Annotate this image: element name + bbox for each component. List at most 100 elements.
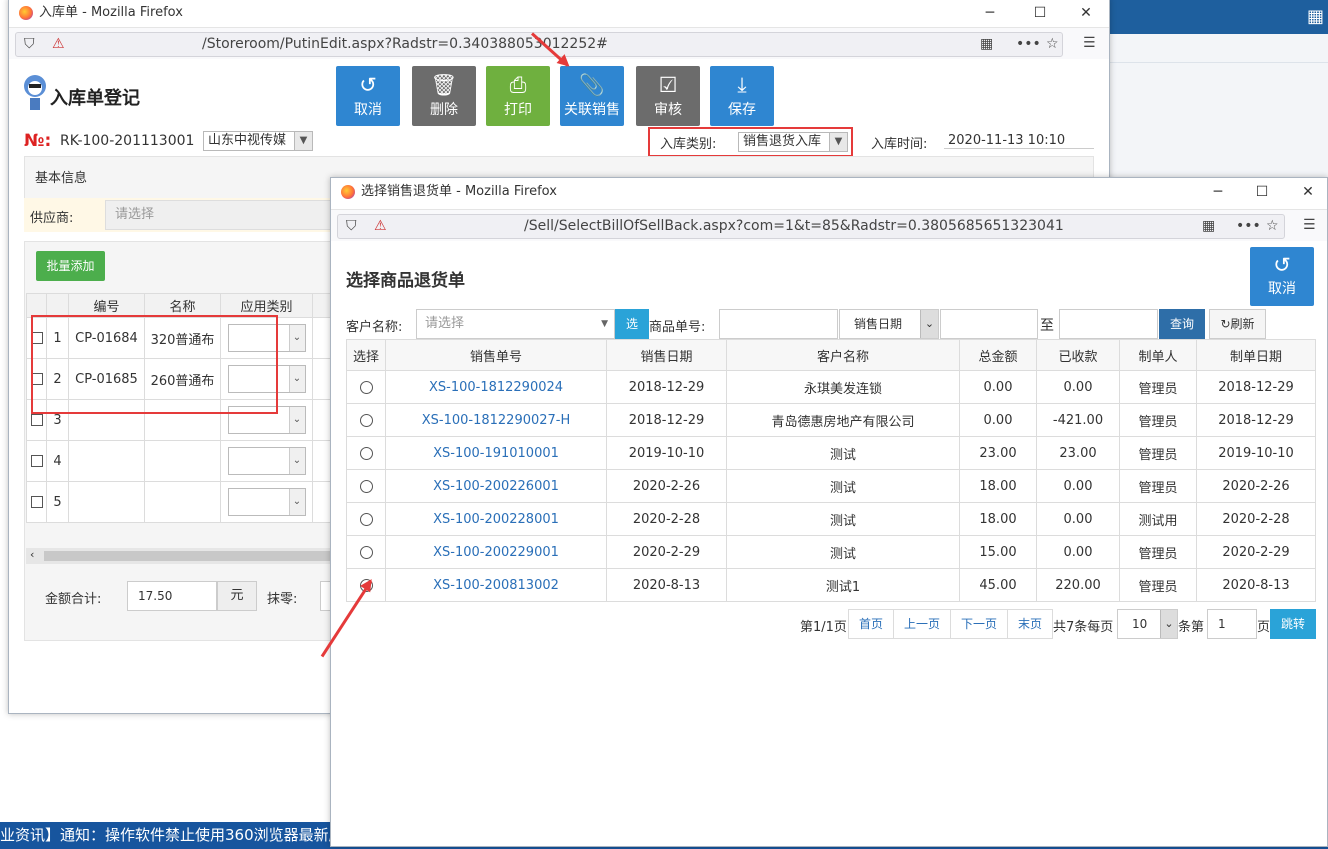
bill-link[interactable]: XS-100-200226001 [385, 469, 607, 503]
table-row[interactable]: XS-100-1812290027-H 2018-12-29 青岛德惠房地产有限公司… [346, 403, 1316, 437]
time-field[interactable]: 2020-11-13 10:10 [944, 133, 1094, 149]
bill-link[interactable]: XS-100-1812290024 [385, 370, 607, 404]
star-icon[interactable]: ☆ [1266, 215, 1279, 238]
table-row[interactable]: XS-100-1812290024 2018-12-29 永琪美发连锁 0.00 0.0… [346, 370, 1316, 404]
printer-icon: ⎙ [509, 73, 527, 97]
dialog-urlbar: ⛉ ⚠ /Sell/SelectBillOfSellBack.aspx?com=… [331, 209, 1327, 241]
customer-input[interactable]: 请选择 ▼ [416, 309, 615, 339]
bill-link[interactable]: XS-100-191010001 [385, 436, 607, 470]
close-icon[interactable]: ✕ [1063, 1, 1109, 25]
horizontal-scrollbar[interactable]: ‹ [26, 548, 334, 564]
bill-link[interactable]: XS-100-200228001 [385, 502, 607, 536]
select-radio[interactable] [359, 413, 373, 427]
date-to-input[interactable] [1059, 309, 1158, 339]
qr-icon[interactable]: ▦ [1202, 215, 1215, 238]
page-size-select[interactable]: 10 ⌄ [1117, 609, 1178, 639]
prev-page-button[interactable]: 上一页 [893, 609, 951, 639]
dialog-cancel-button[interactable]: ↺ 取消 [1250, 247, 1314, 306]
time-label: 入库时间: [871, 137, 928, 152]
row-checkbox[interactable] [30, 414, 43, 426]
table-row[interactable]: XS-100-200228001 2020-2-28 测试 18.00 0.00 测试用 2… [346, 502, 1316, 536]
query-button[interactable]: 查询 [1159, 309, 1205, 339]
chevron-down-icon: ⌄ [288, 366, 305, 392]
supplier-input[interactable]: 请选择 [105, 200, 333, 230]
close-icon[interactable]: ✕ [1285, 178, 1327, 202]
company-select[interactable]: 山东中视传媒 ▼ [203, 131, 313, 151]
table-row: 4 ⌄ [26, 440, 336, 482]
window-title: 选择销售退货单 - Mozilla Firefox [361, 184, 557, 199]
page-info: 第1/1页 [800, 620, 847, 635]
bill-no-input[interactable] [719, 309, 838, 339]
minimize-icon[interactable]: ─ [1195, 178, 1241, 202]
save-button[interactable]: ⤓ 保存 [710, 66, 774, 126]
to-label: 至 [1040, 318, 1054, 334]
select-radio[interactable] [359, 545, 373, 559]
col-category: 应用类别 [220, 293, 313, 318]
main-titlebar: 入库单 - Mozilla Firefox ─ ☐ ✕ [9, 1, 1109, 25]
trash-icon: 🗑 [430, 73, 458, 97]
row-checkbox[interactable] [30, 455, 43, 467]
url-field[interactable]: ⛉ ⚠ /Storeroom/PutinEdit.aspx?Radstr=0.3… [15, 32, 1063, 57]
print-button[interactable]: ⎙ 打印 [486, 66, 550, 126]
download-icon: ⤓ [737, 73, 747, 97]
dialog-heading: 选择商品退货单 [346, 271, 465, 291]
date-from-input[interactable] [940, 309, 1038, 339]
select-radio[interactable] [359, 446, 373, 460]
qr-icon[interactable]: ▦ [980, 33, 993, 56]
maximize-icon[interactable]: ☐ [1239, 178, 1285, 202]
total-label: 金额合计: [45, 592, 102, 607]
table-row[interactable]: XS-100-200813002 2020-8-13 测试1 45.00 220.00 管… [346, 568, 1316, 602]
more-icon[interactable]: ••• [1016, 33, 1041, 56]
minimize-icon[interactable]: ─ [967, 1, 1013, 25]
batch-add-button[interactable]: 批量添加 [36, 251, 105, 281]
total-amount-field[interactable]: 17.50 [127, 581, 217, 611]
category-select[interactable]: ⌄ [227, 447, 306, 475]
chevron-down-icon: ⌄ [920, 310, 938, 338]
chevron-down-icon: ⌄ [288, 407, 305, 433]
bill-link[interactable]: XS-100-200229001 [385, 535, 607, 569]
grid-icon: ▦ [1306, 6, 1324, 27]
star-icon[interactable]: ☆ [1046, 33, 1059, 56]
insecure-icon: ⚠ [52, 36, 65, 52]
page-number-input[interactable]: 1 [1207, 609, 1257, 639]
table-row[interactable]: XS-100-200226001 2020-2-26 测试 18.00 0.00 管理员 2… [346, 469, 1316, 503]
next-page-button[interactable]: 下一页 [950, 609, 1008, 639]
select-radio[interactable] [359, 512, 373, 526]
select-radio[interactable] [359, 479, 373, 493]
row-checkbox[interactable] [30, 496, 43, 508]
supplier-label: 供应商: [30, 211, 74, 226]
table-row[interactable]: XS-100-200229001 2020-2-29 测试 15.00 0.00 管理员 2… [346, 535, 1316, 569]
last-page-button[interactable]: 末页 [1007, 609, 1053, 639]
firefox-icon [19, 6, 33, 20]
date-type-select[interactable]: 销售日期 ⌄ [839, 309, 939, 339]
cancel-button[interactable]: ↺ 取消 [336, 66, 400, 126]
url-field[interactable]: ⛉ ⚠ /Sell/SelectBillOfSellBack.aspx?com=… [337, 214, 1285, 239]
menu-icon[interactable]: ☰ [1303, 214, 1316, 237]
basic-info-heading: 基本信息 [35, 171, 88, 186]
col-code: 编号 [68, 293, 145, 318]
undo-icon: ↺ [359, 73, 377, 97]
more-icon[interactable]: ••• [1236, 215, 1261, 238]
go-button[interactable]: 跳转 [1270, 609, 1316, 639]
delete-button[interactable]: 🗑 删除 [412, 66, 476, 126]
select-radio[interactable] [359, 380, 373, 394]
category-select[interactable]: ⌄ [227, 488, 306, 516]
menu-icon[interactable]: ☰ [1083, 32, 1096, 55]
type-select[interactable]: 销售退货入库 ▼ [738, 132, 848, 152]
chevron-down-icon: ⌄ [288, 448, 305, 474]
first-page-button[interactable]: 首页 [848, 609, 894, 639]
link-sales-button[interactable]: 📎 关联销售 [560, 66, 624, 126]
page-unit: 条第 [1178, 620, 1205, 635]
bill-no-label: 商品单号: [649, 320, 706, 335]
review-button[interactable]: ☑ 审核 [636, 66, 700, 126]
customer-label: 客户名称: [346, 320, 403, 335]
bill-link[interactable]: XS-100-1812290027-H [385, 403, 607, 437]
refresh-button[interactable]: ↻刷新 [1209, 309, 1266, 339]
table-row[interactable]: XS-100-191010001 2019-10-10 测试 23.00 23.00 管理… [346, 436, 1316, 470]
maximize-icon[interactable]: ☐ [1017, 1, 1063, 25]
paperclip-icon: 📎 [578, 73, 606, 97]
pick-customer-button[interactable]: 选 [615, 309, 649, 339]
type-label: 入库类别: [660, 137, 717, 152]
bill-link[interactable]: XS-100-200813002 [385, 568, 607, 602]
chevron-left-icon[interactable]: ‹ [30, 548, 34, 561]
